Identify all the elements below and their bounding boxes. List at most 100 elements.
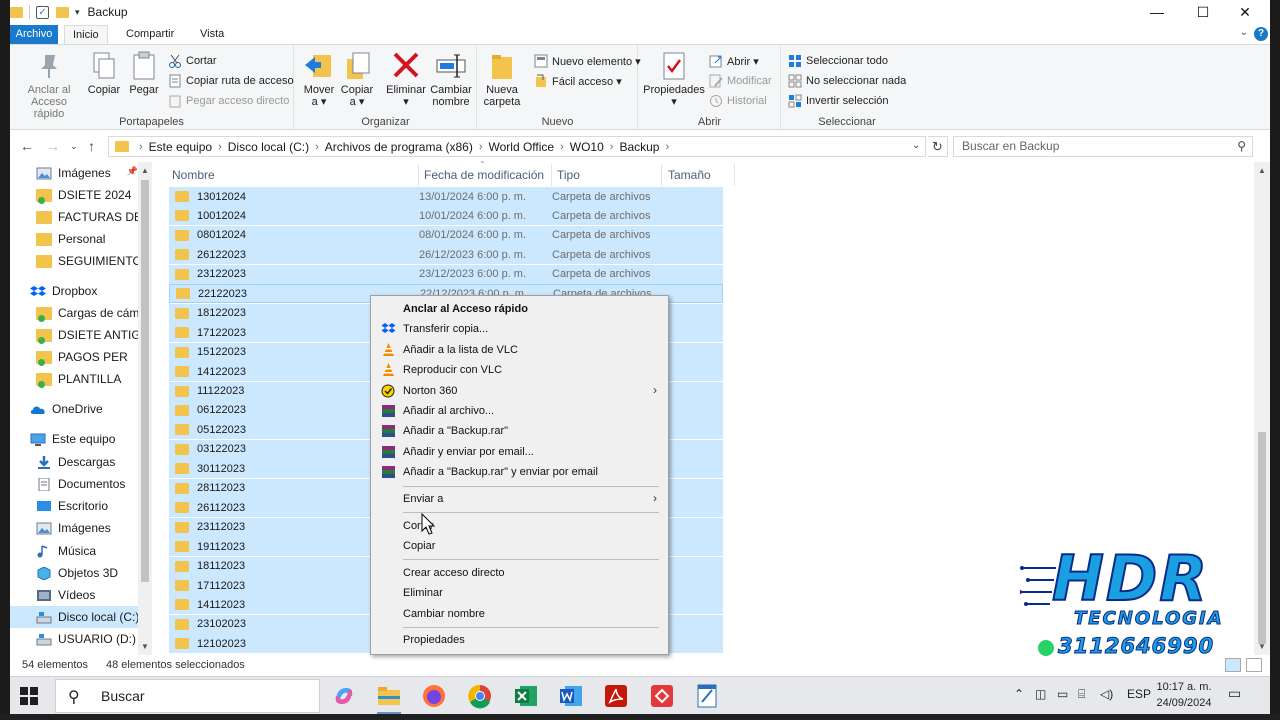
sidebar-item[interactable]: Objetos 3D — [10, 562, 144, 584]
tab-vista[interactable]: Vista — [192, 25, 232, 44]
sidebar-item[interactable]: Dropbox — [10, 280, 144, 302]
tab-compartir[interactable]: Compartir — [118, 25, 182, 44]
menu-item-rename[interactable]: Cambiar nombre — [374, 604, 665, 624]
history-button[interactable]: Historial — [709, 93, 767, 109]
properties-check-icon[interactable]: ✓ — [36, 5, 49, 19]
chevron-right-icon[interactable]: › — [663, 141, 671, 153]
paste-shortcut-button[interactable]: Pegar acceso directo — [168, 93, 289, 109]
sidebar-item[interactable]: Descargas — [10, 451, 144, 473]
system-clock[interactable]: 10:17 a. m. 24/09/2024 — [1150, 679, 1218, 711]
new-folder-button[interactable]: Nueva carpeta — [482, 51, 522, 108]
sidebar-item[interactable]: PAGOS PER — [10, 346, 144, 368]
column-header-date[interactable]: Fecha de modificación — [424, 168, 544, 186]
easy-access-button[interactable]: Fácil acceso ▾ — [534, 73, 622, 89]
select-none-button[interactable]: No seleccionar nada — [788, 73, 906, 89]
breadcrumb-item[interactable]: Archivos de programa (x86) — [321, 140, 477, 154]
menu-item-cut[interactable]: Cortar — [374, 516, 665, 536]
sidebar-item[interactable]: Este equipo — [10, 428, 144, 450]
menu-item-properties[interactable]: Propiedades — [374, 630, 665, 650]
world-office-icon[interactable] — [693, 682, 721, 710]
refresh-icon[interactable]: ↻ — [928, 136, 948, 157]
column-divider[interactable] — [734, 164, 735, 186]
rename-button[interactable]: Cambiar nombre — [429, 51, 473, 108]
column-divider[interactable] — [661, 164, 662, 186]
menu-item-send-to[interactable]: Enviar a › — [374, 489, 665, 509]
table-row[interactable]: 10012024 10/01/2024 6:00 p. m. Carpeta de … — [169, 206, 723, 226]
table-row[interactable]: 13012024 13/01/2024 6:00 p. m. Carpeta de … — [169, 187, 723, 206]
properties-button[interactable]: Propiedades ▾ — [643, 51, 705, 108]
sidebar-item[interactable]: DSIETE 2024 — [10, 184, 144, 206]
sidebar-item[interactable]: USUARIO (D:) — [10, 628, 144, 650]
firefox-icon[interactable] — [420, 682, 448, 710]
menu-item-rar-backup[interactable]: Añadir a "Backup.rar" — [374, 421, 665, 441]
sidebar-item[interactable]: Imágenes 📌 — [10, 162, 144, 184]
column-divider[interactable] — [418, 164, 419, 186]
menu-item-pin-quick-access[interactable]: Anclar al Acceso rápido — [374, 299, 665, 319]
sidebar-item[interactable]: SEGUIMIENTO PI — [10, 250, 144, 272]
windows-start-icon[interactable] — [20, 687, 38, 705]
chevron-up-icon[interactable]: ▲ — [1254, 166, 1270, 175]
breadcrumb-item[interactable]: Este equipo — [145, 140, 216, 154]
column-header-size[interactable]: Tamaño — [668, 168, 711, 186]
close-button[interactable]: ✕ — [1222, 0, 1268, 24]
new-item-button[interactable]: Nuevo elemento ▾ — [534, 53, 641, 69]
acrobat-icon[interactable] — [602, 682, 630, 710]
chevron-right-icon[interactable]: › — [608, 141, 616, 153]
sidebar-item[interactable]: DSIETE ANTIGUA — [10, 324, 144, 346]
cut-button[interactable]: Cortar — [168, 53, 217, 69]
sidebar-item[interactable]: Vídeos — [10, 584, 144, 606]
invert-selection-button[interactable]: Invertir selección — [788, 93, 889, 109]
move-to-button[interactable]: Mover a ▾ — [301, 51, 337, 108]
menu-item-rar-backup-email[interactable]: Añadir a "Backup.rar" y enviar por email — [374, 462, 665, 482]
copy-button[interactable]: Copiar — [86, 51, 122, 96]
minimize-button[interactable]: — — [1134, 0, 1180, 24]
menu-item-rar-email[interactable]: Añadir y enviar por email... — [374, 442, 665, 462]
breadcrumb-item[interactable]: WO10 — [566, 140, 608, 154]
nav-scrollbar[interactable]: ▲ ▼ — [138, 162, 152, 655]
column-header-name[interactable]: Nombre — [172, 168, 215, 186]
file-explorer-icon[interactable] — [375, 682, 403, 715]
tab-archivo[interactable]: Archivo — [10, 25, 58, 44]
table-row[interactable]: 26122023 26/12/2023 6:00 p. m. Carpeta de … — [169, 245, 723, 265]
table-row[interactable]: 23122023 23/12/2023 6:00 p. m. Carpeta de … — [169, 264, 723, 284]
chevron-right-icon[interactable]: › — [137, 141, 145, 153]
address-bar[interactable]: › Este equipo › Disco local (C:) › Archi… — [108, 136, 926, 157]
menu-item-copy[interactable]: Copiar — [374, 536, 665, 556]
chevron-down-icon[interactable]: ⌄ — [912, 140, 920, 151]
menu-item-rar-add[interactable]: Añadir al archivo... — [374, 401, 665, 421]
chevron-right-icon[interactable]: › — [313, 141, 321, 153]
anydesk-icon[interactable] — [648, 682, 676, 710]
sidebar-item[interactable]: FACTURAS DE VE — [10, 206, 144, 228]
word-icon[interactable] — [557, 682, 585, 710]
copy-path-button[interactable]: Copiar ruta de acceso — [168, 73, 294, 89]
breadcrumb-item[interactable]: Backup — [615, 140, 663, 154]
sidebar-item[interactable]: Personal — [10, 228, 144, 250]
recent-locations-icon[interactable]: ⌄ — [70, 141, 78, 152]
copilot-icon[interactable] — [330, 682, 358, 710]
pin-quick-access-button[interactable]: Anclar al Acceso rápido — [15, 51, 83, 120]
menu-item-dropbox-transfer[interactable]: Transferir copia... — [374, 319, 665, 339]
sidebar-item[interactable]: PLANTILLA — [10, 368, 144, 390]
meet-icon[interactable]: ◫ — [1035, 687, 1046, 701]
back-arrow-icon[interactable]: ← — [20, 138, 34, 154]
menu-item-create-shortcut[interactable]: Crear acceso directo — [374, 563, 665, 583]
column-divider[interactable] — [551, 164, 552, 186]
delete-button[interactable]: Eliminar ▾ — [385, 51, 427, 108]
customize-qat-icon[interactable]: ▾ — [75, 7, 80, 18]
tab-inicio[interactable]: Inicio — [64, 25, 108, 44]
menu-item-delete[interactable]: Eliminar — [374, 583, 665, 603]
scrollbar-thumb[interactable] — [141, 180, 149, 582]
sidebar-item[interactable]: Música — [10, 540, 144, 562]
sidebar-item[interactable]: Escritorio — [10, 495, 144, 517]
taskbar-search-input[interactable]: ⚲ Buscar — [55, 679, 320, 713]
sidebar-item[interactable]: Imágenes — [10, 517, 144, 539]
chevron-right-icon[interactable]: › — [558, 141, 566, 153]
table-row[interactable]: 08012024 08/01/2024 6:00 p. m. Carpeta de … — [169, 225, 723, 245]
screen-icon[interactable]: ▭ — [1057, 687, 1068, 701]
sidebar-item[interactable]: OneDrive — [10, 398, 144, 420]
chevron-down-icon[interactable]: ▼ — [138, 642, 152, 651]
breadcrumb-item[interactable]: World Office — [485, 140, 559, 154]
sidebar-item[interactable]: Cargas de cámar — [10, 302, 144, 324]
select-all-button[interactable]: Seleccionar todo — [788, 53, 888, 69]
chevron-up-icon[interactable]: ▲ — [138, 166, 152, 175]
